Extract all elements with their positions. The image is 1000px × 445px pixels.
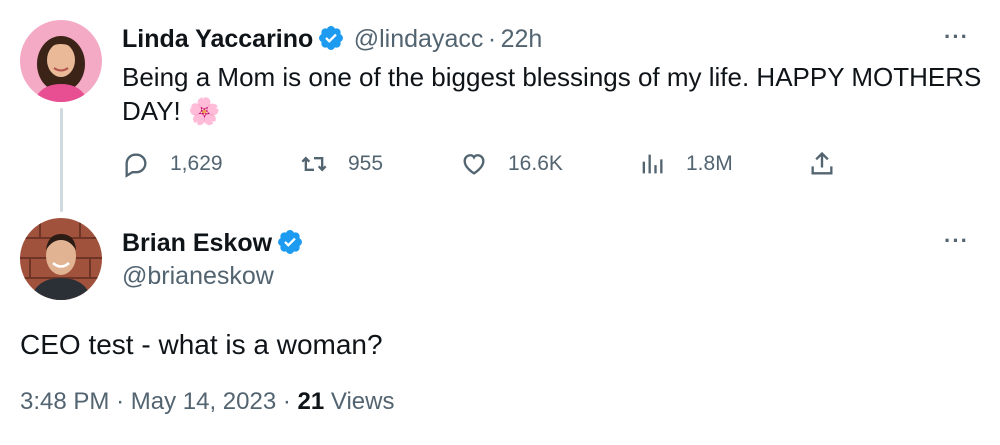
avatar-linda[interactable]	[20, 20, 102, 102]
share-icon	[811, 151, 833, 175]
analytics-icon	[642, 154, 663, 174]
separator-dot: ·	[487, 25, 497, 53]
views-count: 21	[297, 388, 325, 415]
more-options-icon[interactable]: ···	[944, 24, 969, 50]
verified-badge-icon	[276, 228, 304, 256]
author-name[interactable]: Brian Eskow	[122, 229, 272, 257]
avatar-image	[20, 218, 102, 300]
tweet1-text-line1: Being a Mom is one of the biggest blessi…	[122, 62, 982, 92]
heart-icon	[463, 154, 485, 175]
thread-line	[60, 108, 63, 212]
reply-button[interactable]: 1,629	[122, 146, 223, 182]
tweet1-header: Linda Yaccarino @lindayacc · 22h	[122, 24, 542, 54]
tweet-date[interactable]: May 14, 2023	[131, 388, 276, 415]
author-name[interactable]: Linda Yaccarino	[122, 25, 313, 53]
tweet1-text-line2: DAY! 🌸	[122, 96, 221, 126]
verified-badge-icon	[317, 24, 345, 52]
tweet-time[interactable]: 22h	[501, 25, 543, 53]
views-button[interactable]: 1.8M	[638, 146, 733, 182]
views-count: 1.8M	[686, 152, 733, 175]
author-handle[interactable]: @brianeskow	[122, 262, 274, 291]
retweet-button[interactable]: 955	[300, 146, 383, 182]
separator-dot: ·	[282, 388, 291, 415]
tweet2-text: CEO test - what is a woman?	[20, 329, 383, 360]
author-handle[interactable]: @lindayacc	[354, 25, 484, 53]
tweet-time[interactable]: 3:48 PM	[20, 388, 109, 415]
tweet2-meta: 3:48 PM · May 14, 2023 · 21 Views	[20, 388, 394, 416]
retweet-count: 955	[348, 152, 384, 175]
views-label: Views	[330, 388, 395, 415]
tweet1-actions: 1,629 955 16.6K 1.8M	[122, 146, 842, 182]
separator-dot: ·	[116, 388, 125, 415]
avatar-brian[interactable]	[20, 218, 102, 300]
share-button[interactable]	[808, 146, 856, 182]
retweet-icon	[301, 156, 327, 172]
tweet1-text: Being a Mom is one of the biggest blessi…	[122, 60, 982, 128]
like-button[interactable]: 16.6K	[460, 146, 563, 182]
more-options-icon[interactable]: ···	[944, 228, 969, 254]
tweet2-header: Brian Eskow	[122, 228, 304, 258]
like-count: 16.6K	[508, 152, 563, 175]
reply-count: 1,629	[170, 152, 223, 175]
avatar-image	[20, 20, 102, 102]
reply-icon	[125, 153, 147, 178]
